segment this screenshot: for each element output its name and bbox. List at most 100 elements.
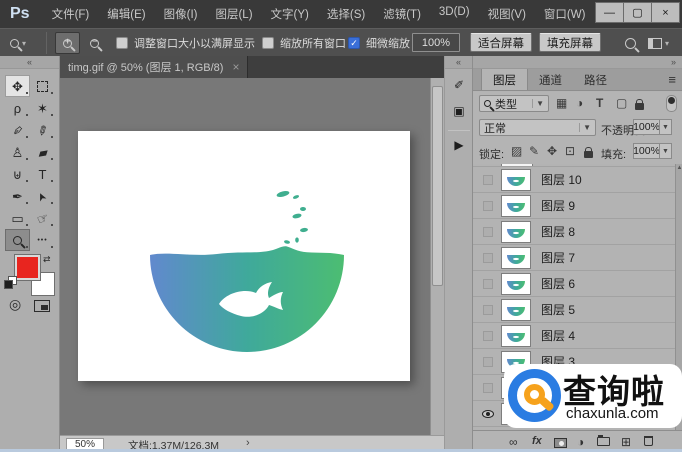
foreground-color-swatch[interactable] (15, 255, 40, 280)
default-foreground-swatch[interactable] (4, 280, 13, 289)
panel-dock-header[interactable]: » (473, 56, 682, 69)
visibility-toggle[interactable] (481, 383, 495, 393)
close-button[interactable]: × (651, 2, 680, 23)
visibility-toggle[interactable] (481, 253, 495, 263)
layer-row[interactable]: 图层 8 (473, 219, 675, 245)
menu-item[interactable]: 编辑(E) (107, 6, 145, 22)
maximize-button[interactable]: ▢ (623, 2, 652, 23)
visibility-toggle[interactable] (481, 201, 495, 211)
menu-item[interactable]: 窗口(W) (544, 6, 586, 22)
layer-name[interactable]: 图层 8 (541, 223, 575, 240)
screen-mode-icon[interactable] (34, 300, 50, 312)
scroll-up-icon[interactable]: ▲ (676, 165, 682, 171)
zoom-out-button[interactable]: − (82, 32, 107, 54)
search-button[interactable] (625, 29, 636, 57)
layer-style-icon[interactable]: fx (532, 435, 542, 447)
lock-all-icon[interactable] (584, 147, 593, 161)
hand-tool[interactable]: ☞ (30, 207, 55, 229)
filter-shape-layers-icon[interactable]: ▢ (616, 96, 627, 110)
layer-row[interactable]: 图层 4 (473, 323, 675, 349)
eraser-tool[interactable]: ▰ (30, 141, 55, 163)
document-tab[interactable]: timg.gif @ 50% (图层 1, RGB/8) × (60, 56, 248, 78)
fill-chevron[interactable]: ▼ (659, 143, 672, 159)
visibility-toggle[interactable] (481, 331, 495, 341)
layer-name[interactable]: 图层 7 (541, 249, 575, 266)
menu-item[interactable]: 3D(D) (439, 6, 470, 22)
fill-field[interactable]: 100% (633, 143, 660, 159)
layer-row[interactable]: 图层 10 (473, 167, 675, 193)
layer-name[interactable]: 图层 9 (541, 197, 575, 214)
layer-thumbnail[interactable] (501, 273, 531, 295)
layer-thumbnail[interactable] (501, 299, 531, 321)
brush-tool[interactable]: ✏ (30, 119, 55, 141)
filter-type-select[interactable]: 类型 ▼ (479, 95, 549, 112)
lasso-tool[interactable]: ρ (5, 97, 30, 119)
filter-type-layers-icon[interactable]: T (596, 96, 603, 110)
zoom-in-button[interactable]: + (55, 32, 80, 54)
layer-row[interactable]: 图层 6 (473, 271, 675, 297)
eye-icon[interactable] (481, 410, 495, 418)
menu-item[interactable]: 选择(S) (327, 6, 365, 22)
new-group-icon[interactable] (597, 433, 610, 449)
rectangle-tool[interactable]: ▭ (5, 207, 30, 229)
lock-position-icon[interactable]: ✥ (547, 144, 557, 158)
status-options-arrow[interactable]: › (246, 437, 250, 449)
layer-row[interactable]: 图层 9 (473, 193, 675, 219)
opacity-field[interactable]: 100% (633, 119, 660, 135)
zoom-level-field[interactable]: 100% (412, 33, 460, 52)
workspace-switcher[interactable]: ▾ (648, 29, 669, 57)
move-tool[interactable]: ✥ (5, 75, 30, 97)
zoom-all-windows-checkbox[interactable]: 缩放所有窗口 (262, 29, 346, 57)
zoom-tool-preset[interactable]: ▾ (10, 29, 26, 57)
clone-stamp-tool[interactable]: ♙ (5, 141, 30, 163)
tools-panel-header[interactable]: « (0, 56, 59, 69)
menu-item[interactable]: 图层(L) (215, 6, 252, 22)
tab-layers[interactable]: 图层 (481, 69, 528, 90)
actions-panel-icon[interactable]: ▶ (445, 138, 473, 152)
layer-thumbnail[interactable] (501, 195, 531, 217)
canvas-vertical-scrollbar[interactable] (430, 78, 444, 435)
blend-mode-select[interactable]: 正常 ▼ (479, 119, 596, 136)
layer-thumbnail[interactable] (501, 325, 531, 347)
visibility-toggle[interactable] (481, 175, 495, 185)
layer-row[interactable]: 图层 5 (473, 297, 675, 323)
visibility-toggle[interactable] (481, 279, 495, 289)
type-tool[interactable]: T (30, 163, 55, 185)
layer-name[interactable]: 图层 10 (541, 171, 582, 188)
layer-thumbnail[interactable] (501, 169, 531, 191)
menu-item[interactable]: 图像(I) (164, 6, 198, 22)
close-tab-icon[interactable]: × (232, 60, 239, 74)
marquee-tool[interactable] (30, 75, 55, 97)
clone-source-panel-icon[interactable]: ▣ (445, 104, 473, 118)
delete-layer-icon[interactable] (644, 433, 653, 449)
visibility-toggle[interactable] (481, 357, 495, 367)
swap-colors-icon[interactable]: ⇄ (43, 254, 51, 265)
link-layers-icon[interactable]: ∞ (509, 435, 518, 449)
magic-wand-tool[interactable]: ✶ (30, 97, 55, 119)
canvas[interactable] (60, 78, 430, 435)
resize-windows-checkbox[interactable]: 调整窗口大小以满屏显示 (116, 29, 255, 57)
filter-toggle-switch[interactable] (666, 95, 677, 112)
layer-name[interactable]: 图层 4 (541, 327, 575, 344)
layer-row[interactable]: 图层 7 (473, 245, 675, 271)
visibility-toggle[interactable] (481, 305, 495, 315)
new-layer-icon[interactable]: ⊞ (621, 435, 631, 449)
lock-pixels-icon[interactable]: ✎ (529, 144, 539, 158)
filter-pixel-layers-icon[interactable]: ▦ (556, 96, 567, 110)
lock-transparency-icon[interactable]: ▨ (511, 144, 522, 158)
pen-tool[interactable]: ✒ (5, 185, 30, 207)
layer-thumbnail[interactable] (501, 221, 531, 243)
minimize-button[interactable]: — (595, 2, 624, 23)
panel-menu-icon[interactable]: ≡ (668, 72, 676, 87)
menu-item[interactable]: 视图(V) (488, 6, 526, 22)
filter-adjustment-layers-icon[interactable]: ◑ (576, 96, 583, 110)
lock-artboard-icon[interactable]: ⊡ (565, 144, 575, 158)
layer-thumbnail[interactable] (501, 247, 531, 269)
eyedropper-tool[interactable]: ✑ (5, 119, 30, 141)
fit-screen-button[interactable]: 适合屏幕 (470, 33, 532, 52)
fill-screen-button[interactable]: 填充屏幕 (539, 33, 601, 52)
strip-header[interactable]: « (445, 56, 472, 69)
quick-mask-icon[interactable]: ◎ (9, 296, 21, 313)
menu-item[interactable]: 滤镜(T) (383, 6, 421, 22)
tab-channels[interactable]: 通道 (528, 69, 573, 90)
